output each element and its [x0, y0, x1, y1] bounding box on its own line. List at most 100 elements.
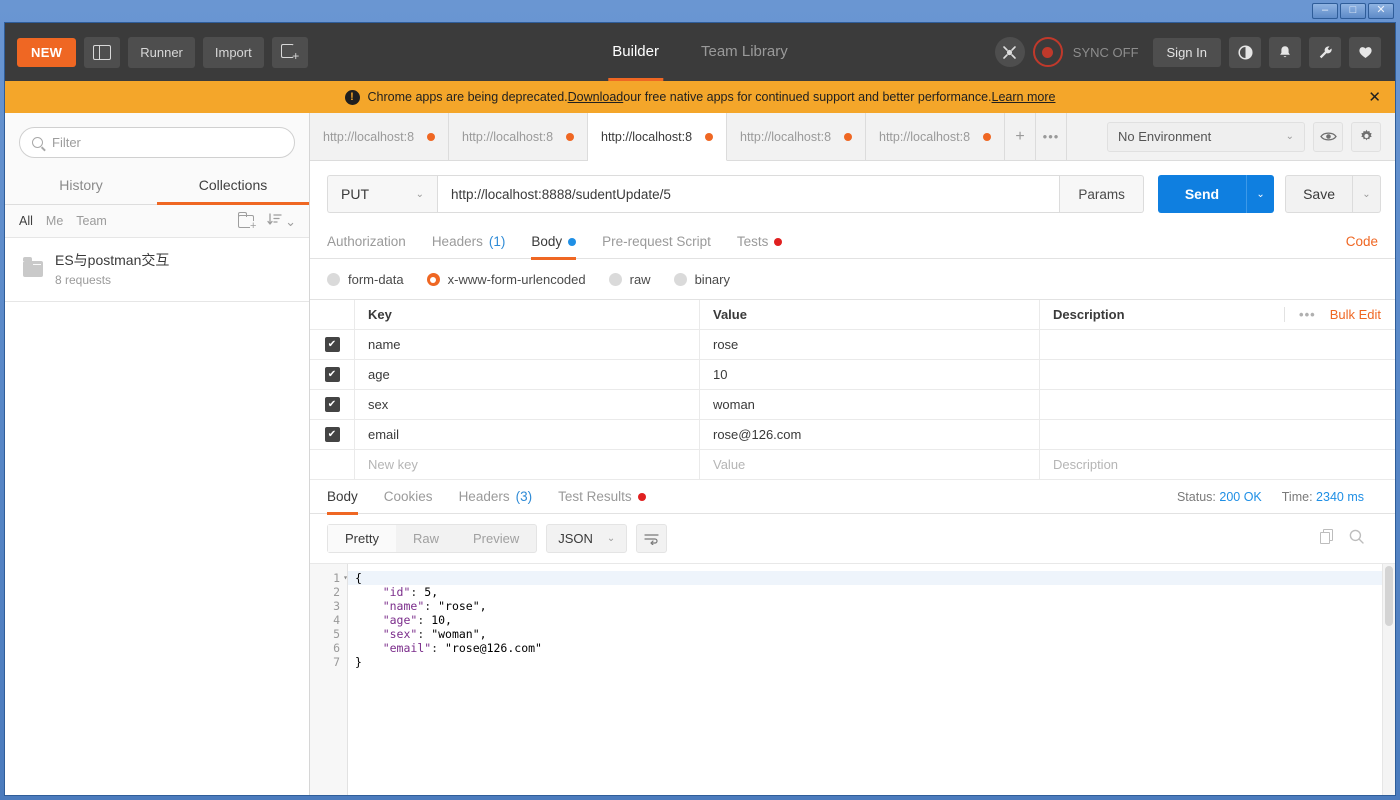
- radio-raw[interactable]: raw: [608, 272, 651, 287]
- params-button[interactable]: Params: [1060, 175, 1144, 213]
- gear-icon[interactable]: [1351, 121, 1381, 152]
- search-icon[interactable]: [1349, 529, 1364, 549]
- radio-binary[interactable]: binary: [673, 272, 730, 287]
- table-row[interactable]: ✔ name rose: [310, 330, 1395, 360]
- send-button[interactable]: Send: [1157, 175, 1247, 213]
- tab-tests[interactable]: Tests: [737, 225, 783, 259]
- word-wrap-icon[interactable]: [636, 524, 668, 553]
- tab-headers[interactable]: Headers (1): [432, 225, 506, 259]
- sort-icon[interactable]: ⌄: [267, 212, 296, 230]
- search-input[interactable]: Filter: [19, 127, 295, 158]
- table-row[interactable]: ✔ sex woman: [310, 390, 1395, 420]
- response-tab-cookies[interactable]: Cookies: [384, 480, 433, 514]
- table-options-button[interactable]: •••: [1284, 307, 1316, 322]
- bulk-edit-button[interactable]: Bulk Edit: [1330, 307, 1381, 322]
- send-options-button[interactable]: ⌄: [1246, 175, 1275, 213]
- row-value[interactable]: rose@126.com: [700, 420, 1040, 449]
- code-link[interactable]: Code: [1346, 234, 1378, 249]
- row-value[interactable]: 10: [700, 360, 1040, 389]
- sync-status-icon[interactable]: [1032, 37, 1063, 67]
- runner-button[interactable]: Runner: [128, 36, 195, 68]
- tab-pre-request-script[interactable]: Pre-request Script: [602, 225, 711, 259]
- response-tab-test-results[interactable]: Test Results: [558, 480, 646, 514]
- banner-close-button[interactable]: ✕: [1368, 90, 1381, 105]
- row-value[interactable]: rose: [700, 330, 1040, 359]
- add-tab-button[interactable]: +: [1005, 113, 1036, 160]
- copy-icon[interactable]: [1320, 528, 1333, 544]
- table-new-row[interactable]: New key Value Description: [310, 450, 1395, 480]
- response-body-editor[interactable]: 1 2 3 4 5 6 7 { "id": 5, "name": "rose",: [310, 563, 1395, 795]
- environment-select[interactable]: No Environment ⌄: [1107, 121, 1305, 152]
- new-value-input[interactable]: Value: [700, 450, 1040, 479]
- tab-team-library[interactable]: Team Library: [697, 23, 792, 81]
- response-scrollbar[interactable]: [1382, 564, 1395, 795]
- window-close-button[interactable]: ✕: [1368, 3, 1394, 19]
- new-key-input[interactable]: New key: [355, 450, 700, 479]
- radio-x-www-form-urlencoded[interactable]: x-www-form-urlencoded: [426, 272, 586, 287]
- save-button[interactable]: Save: [1285, 175, 1353, 213]
- checkbox-checked-icon: ✔: [324, 367, 340, 382]
- row-checkbox[interactable]: ✔: [310, 390, 355, 419]
- request-tab-2[interactable]: http://localhost:8: [449, 113, 588, 160]
- row-checkbox[interactable]: ✔: [310, 420, 355, 449]
- tab-body[interactable]: Body: [531, 225, 577, 260]
- row-checkbox[interactable]: ✔: [310, 360, 355, 389]
- scope-all[interactable]: All: [19, 214, 33, 228]
- row-description[interactable]: [1040, 330, 1395, 359]
- sidebar-tab-history[interactable]: History: [5, 168, 157, 204]
- banner-text-before: Chrome apps are being deprecated.: [367, 90, 568, 104]
- tab-builder[interactable]: Builder: [608, 23, 663, 81]
- scope-me[interactable]: Me: [46, 214, 63, 228]
- table-row[interactable]: ✔ email rose@126.com: [310, 420, 1395, 450]
- radio-form-data[interactable]: form-data: [327, 272, 404, 287]
- response-tab-headers[interactable]: Headers (3): [459, 480, 533, 514]
- new-folder-icon[interactable]: +: [237, 211, 257, 232]
- save-options-button[interactable]: ⌄: [1353, 175, 1381, 213]
- content-area: http://localhost:8 http://localhost:8 ht…: [310, 113, 1395, 795]
- response-tab-body[interactable]: Body: [327, 480, 358, 515]
- request-tab-5[interactable]: http://localhost:8: [866, 113, 1005, 160]
- sign-in-button[interactable]: Sign In: [1152, 37, 1221, 67]
- globe-icon[interactable]: [1229, 36, 1261, 68]
- banner-download-link[interactable]: Download: [568, 90, 624, 104]
- list-item[interactable]: ES与postman交互 8 requests: [5, 238, 309, 302]
- scope-team[interactable]: Team: [76, 214, 107, 228]
- url-bar: PUT ⌄ http://localhost:8888/sudentUpdate…: [310, 161, 1395, 225]
- row-description[interactable]: [1040, 390, 1395, 419]
- url-input[interactable]: http://localhost:8888/sudentUpdate/5: [437, 175, 1061, 213]
- request-tab-4[interactable]: http://localhost:8: [727, 113, 866, 160]
- sidebar-toggle-button[interactable]: [84, 36, 121, 68]
- view-mode-preview[interactable]: Preview: [456, 525, 536, 552]
- bell-icon[interactable]: [1269, 36, 1301, 68]
- sidebar-tab-collections[interactable]: Collections: [157, 168, 309, 205]
- new-window-button[interactable]: +: [271, 36, 308, 68]
- response-body-code[interactable]: { "id": 5, "name": "rose", "age": 10, "s…: [348, 564, 1395, 795]
- row-key[interactable]: age: [355, 360, 700, 389]
- eye-icon[interactable]: [1313, 121, 1343, 152]
- new-description-input[interactable]: Description: [1040, 450, 1395, 479]
- row-key[interactable]: name: [355, 330, 700, 359]
- window-maximize-button[interactable]: □: [1340, 3, 1366, 19]
- row-key[interactable]: sex: [355, 390, 700, 419]
- request-tab-3[interactable]: http://localhost:8: [588, 113, 727, 161]
- tab-overflow-button[interactable]: •••: [1036, 113, 1067, 160]
- method-select[interactable]: PUT ⌄: [327, 175, 437, 213]
- satellite-icon[interactable]: [994, 37, 1025, 67]
- row-checkbox[interactable]: ✔: [310, 330, 355, 359]
- format-select[interactable]: JSON ⌄: [546, 524, 628, 553]
- view-mode-pretty[interactable]: Pretty: [328, 525, 396, 552]
- banner-learn-more-link[interactable]: Learn more: [992, 90, 1056, 104]
- view-mode-raw[interactable]: Raw: [396, 525, 456, 552]
- row-description[interactable]: [1040, 420, 1395, 449]
- import-button[interactable]: Import: [202, 36, 264, 68]
- wrench-icon[interactable]: [1309, 36, 1341, 68]
- window-minimize-button[interactable]: –: [1312, 3, 1338, 19]
- heart-icon[interactable]: [1349, 36, 1381, 68]
- row-key[interactable]: email: [355, 420, 700, 449]
- tab-authorization[interactable]: Authorization: [327, 225, 406, 259]
- row-value[interactable]: woman: [700, 390, 1040, 419]
- new-button[interactable]: NEW: [17, 37, 77, 67]
- request-tab-1[interactable]: http://localhost:8: [310, 113, 449, 160]
- table-row[interactable]: ✔ age 10: [310, 360, 1395, 390]
- row-description[interactable]: [1040, 360, 1395, 389]
